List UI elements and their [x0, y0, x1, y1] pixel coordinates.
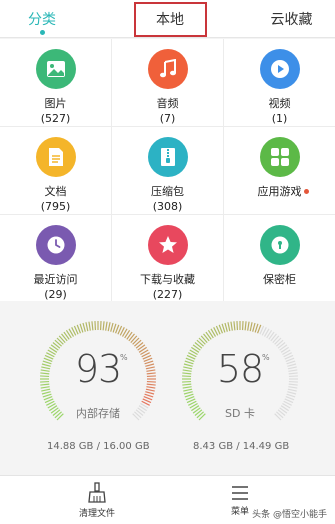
clean-files-label: 清理文件	[78, 509, 115, 519]
category-count: (227)	[152, 288, 183, 301]
category-label: 应用游戏	[257, 185, 302, 198]
category-count: (795)	[40, 200, 71, 213]
gauge-tick	[42, 393, 52, 398]
gauge-tick	[244, 321, 247, 331]
gauge-tick	[230, 321, 233, 331]
category-count: (527)	[40, 112, 71, 125]
broom-icon	[88, 482, 106, 503]
gauge-tick	[286, 393, 296, 398]
category-video[interactable]: 视频 (1)	[224, 39, 335, 126]
gauge-tick	[85, 322, 89, 332]
clock-icon	[35, 225, 76, 265]
music-note-icon	[147, 49, 188, 89]
category-audio[interactable]: 音频 (7)	[112, 39, 223, 126]
gauge-tick	[112, 323, 117, 333]
active-tab-indicator	[40, 30, 45, 35]
category-label: 保密柜	[263, 273, 296, 286]
category-archives[interactable]: 压缩包 (308)	[112, 127, 223, 214]
gauge-tick	[145, 391, 155, 395]
gauge-tick	[247, 321, 250, 331]
gauge-tick	[105, 321, 108, 331]
gauge-tick	[221, 323, 226, 333]
storage-percent: 58	[216, 347, 264, 391]
category-label: 音频	[156, 97, 179, 110]
gauge-tick	[249, 322, 253, 332]
zip-icon	[147, 137, 188, 177]
tab-cloud-favorites[interactable]: 云收藏	[248, 0, 335, 38]
percent-sign: %	[120, 353, 128, 362]
internal-storage-gauge[interactable]: 93 % 内部存储	[38, 319, 158, 439]
category-label: 压缩包	[151, 185, 184, 198]
safe-icon	[259, 225, 300, 265]
gauge-tick	[287, 391, 297, 395]
storage-label: 内部存储	[76, 407, 120, 420]
gauge-tick	[254, 323, 259, 333]
category-label: 文档	[44, 185, 67, 198]
gauge-tick	[227, 322, 231, 332]
gauge-tick	[102, 321, 105, 331]
category-safe[interactable]: 保密柜	[224, 215, 335, 302]
gauge-tick	[79, 323, 84, 333]
category-grid: 图片 (527) 音频 (7) 视频 (1) 文档 (795) 压缩包 (308…	[0, 39, 335, 301]
watermark-text: 头条 @悟空小能手	[252, 510, 327, 520]
sd-card-gauge[interactable]: 58 % SD 卡	[180, 319, 300, 439]
category-label: 下载与收藏	[140, 273, 195, 286]
storage-panel: 93 % 内部存储 14.88 GB / 16.00 GB 58 % SD 卡 …	[0, 301, 335, 475]
new-badge-dot	[303, 189, 309, 194]
category-count: (308)	[152, 200, 183, 213]
gauge-tick	[144, 393, 154, 398]
menu-icon	[232, 486, 248, 500]
gauge-tick	[252, 322, 256, 332]
gauge-tick	[91, 321, 94, 331]
percent-sign: %	[262, 353, 270, 362]
category-images[interactable]: 图片 (527)	[0, 39, 111, 126]
category-apps-games[interactable]: 应用游戏	[224, 127, 335, 214]
gauge-tick	[88, 321, 91, 331]
category-recent[interactable]: 最近访问 (29)	[0, 215, 111, 302]
storage-label: SD 卡	[225, 407, 255, 420]
category-count: (29)	[44, 288, 67, 301]
apps-icon	[259, 137, 300, 177]
category-label: 视频	[268, 97, 291, 110]
image-icon	[35, 49, 76, 89]
menu-label: 菜单	[230, 507, 249, 517]
clean-files-button[interactable]: 清理文件	[57, 476, 137, 524]
document-icon	[35, 137, 76, 177]
storage-percent: 93	[74, 347, 122, 391]
gauge-tick	[107, 322, 111, 332]
category-documents[interactable]: 文档 (795)	[0, 127, 111, 214]
category-label-wrap: 应用游戏	[257, 185, 309, 198]
category-count: (1)	[271, 112, 288, 125]
play-icon	[259, 49, 300, 89]
gauge-tick	[82, 322, 86, 332]
highlight-annotation-box	[134, 2, 207, 37]
gauge-tick	[183, 391, 193, 395]
category-downloads-favorites[interactable]: 下载与收藏 (227)	[112, 215, 223, 302]
bottom-bar: 清理文件 菜单 头条 @悟空小能手	[0, 475, 335, 524]
storage-size: 8.43 GB / 14.49 GB	[193, 441, 290, 452]
gauge-tick	[224, 322, 228, 332]
category-label: 最近访问	[33, 273, 78, 286]
tab-bar: 分类 本地 云收藏	[0, 0, 335, 38]
gauge-tick	[184, 393, 194, 398]
gauge-tick	[41, 391, 51, 395]
gauge-tick	[110, 322, 114, 332]
storage-size: 14.88 GB / 16.00 GB	[47, 441, 150, 452]
category-count: (7)	[159, 112, 176, 125]
gauge-tick	[233, 321, 236, 331]
category-label: 图片	[44, 97, 67, 110]
star-icon	[147, 225, 188, 265]
